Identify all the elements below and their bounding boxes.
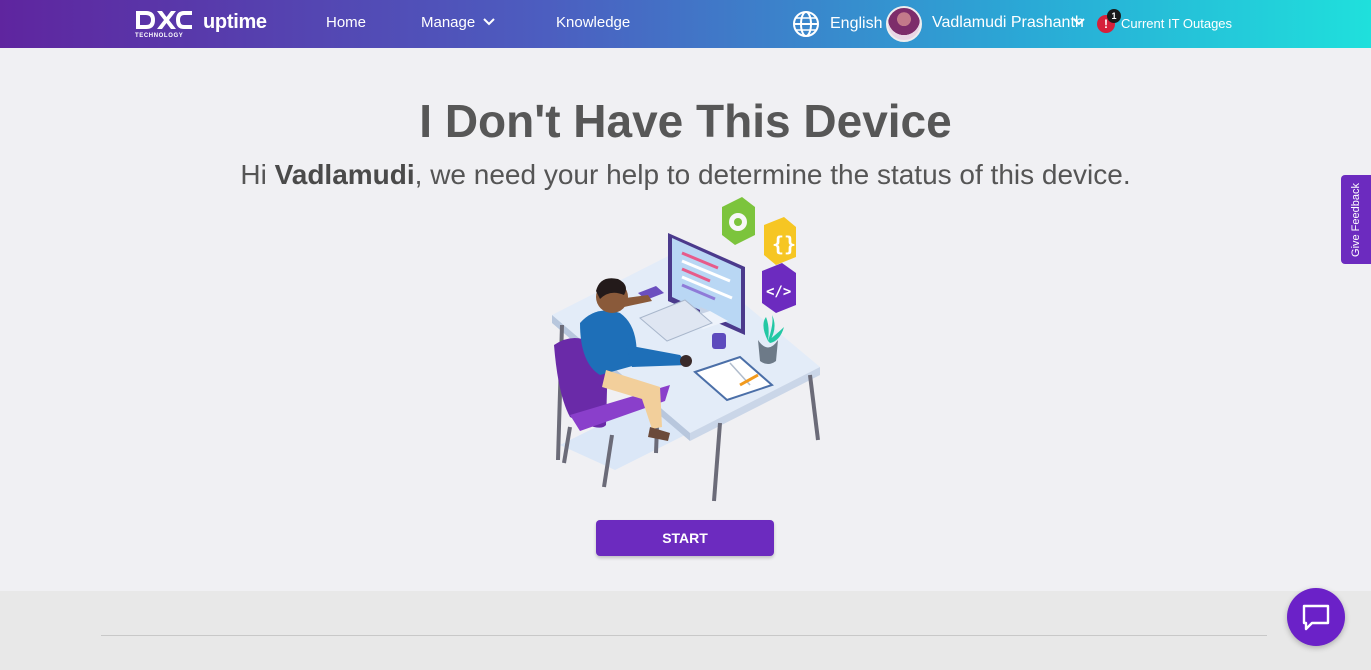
svg-text:</>: </> (766, 284, 791, 300)
logo-uptime-text: uptime (203, 11, 267, 33)
nav-knowledge[interactable]: Knowledge (556, 14, 630, 31)
dxc-uptime-logo[interactable]: TECHNOLOGY uptime (134, 9, 274, 43)
greeting-prefix: Hi (240, 159, 275, 190)
greeting-suffix: , we need your help to determine the sta… (414, 159, 1131, 190)
current-it-outages-link[interactable]: Current IT Outages (1121, 16, 1232, 31)
footer-divider (101, 635, 1267, 636)
dxc-logo-mark (136, 11, 192, 29)
language-selector[interactable]: English (830, 15, 882, 33)
start-button[interactable]: START (596, 520, 774, 556)
page-title: I Don't Have This Device (419, 95, 952, 147)
give-feedback-label: Give Feedback (1350, 182, 1362, 257)
greeting-name: Vadlamudi (274, 159, 415, 190)
chat-bubble-icon (1302, 604, 1330, 631)
footer (0, 591, 1371, 670)
alert-count-badge: 1 (1107, 9, 1121, 23)
chevron-down-icon[interactable] (1073, 18, 1085, 26)
svg-text:{}: {} (772, 232, 796, 256)
give-feedback-tab[interactable]: Give Feedback (1341, 175, 1371, 264)
top-navigation-bar: TECHNOLOGY uptime Home Manage Knowledge … (0, 0, 1371, 48)
user-menu[interactable]: Vadlamudi Prashanth (932, 14, 1084, 32)
chat-button[interactable] (1287, 588, 1345, 646)
nav-manage[interactable]: Manage (421, 14, 495, 31)
avatar[interactable] (886, 6, 922, 42)
nav-manage-label: Manage (421, 14, 476, 31)
page-subtitle: Hi Vadlamudi, we need your help to deter… (0, 159, 1371, 191)
chevron-down-icon (483, 18, 495, 26)
logo-technology-text: TECHNOLOGY (135, 33, 184, 39)
nav-home[interactable]: Home (326, 14, 366, 31)
person-at-desk-illustration: {} </> (552, 197, 820, 502)
globe-icon[interactable] (792, 10, 820, 38)
mug (712, 333, 726, 349)
